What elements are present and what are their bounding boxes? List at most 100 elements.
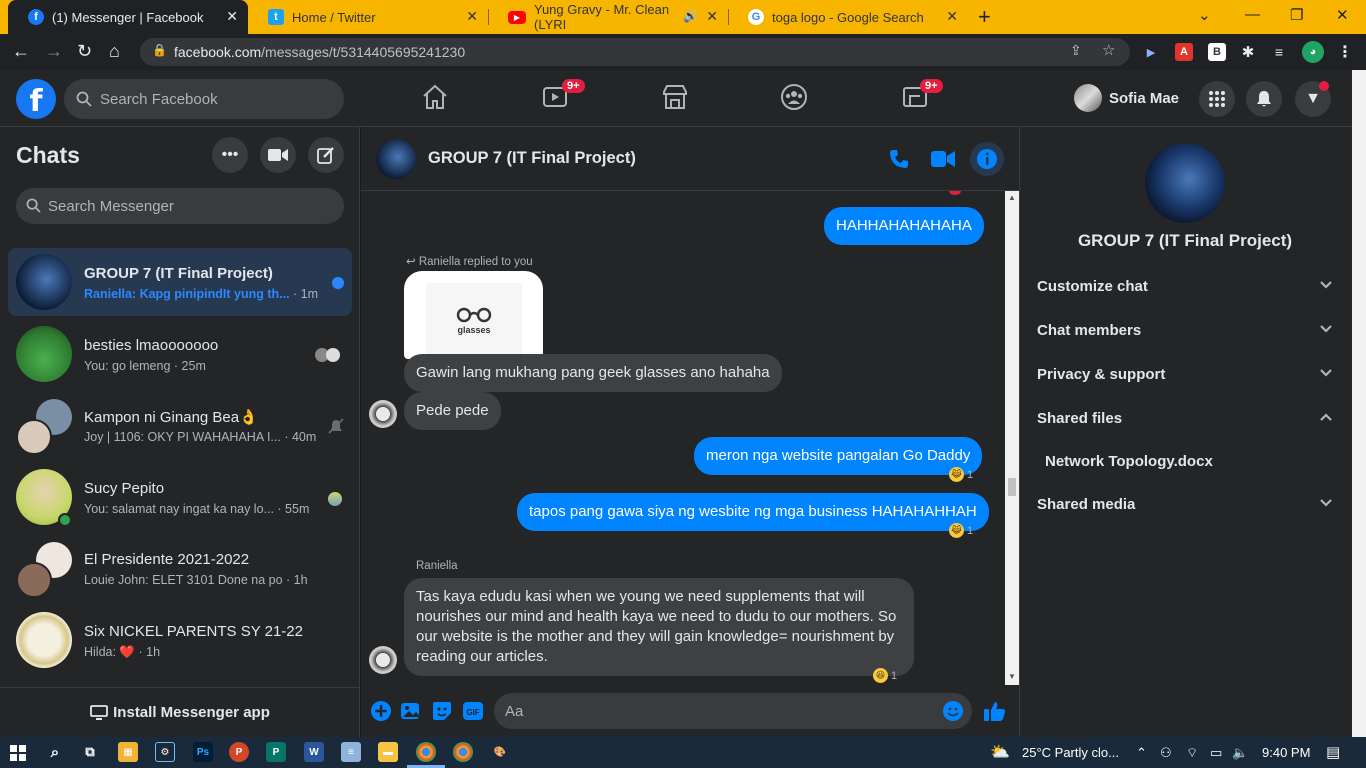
message-bubble[interactable]: Gawin lang mukhang pang geek glasses ano…: [404, 354, 782, 392]
info-button[interactable]: [970, 142, 1004, 176]
chat-options-button[interactable]: •••: [212, 137, 248, 173]
steam-icon[interactable]: ⚙: [155, 742, 175, 762]
tab-google[interactable]: G toga logo - Google Search ✕: [728, 0, 968, 34]
tab-youtube[interactable]: ▶ Yung Gravy - Mr. Clean (LYRI 🔊 ✕: [488, 0, 728, 34]
close-icon[interactable]: ✕: [706, 8, 718, 25]
volume-icon[interactable]: 🔈: [1232, 745, 1248, 761]
menu-grid-button[interactable]: [1199, 81, 1235, 117]
sticker-icon[interactable]: [431, 700, 453, 722]
file-explorer-icon[interactable]: ▬: [378, 742, 398, 762]
minimize-icon[interactable]: —: [1245, 6, 1260, 23]
close-icon[interactable]: ✕: [946, 8, 958, 25]
media-control-icon[interactable]: ≡: [1270, 43, 1288, 61]
phone-icon[interactable]: [888, 148, 910, 170]
new-room-button[interactable]: [260, 137, 296, 173]
message-bubble[interactable]: Tas kaya edudu kasi when we young we nee…: [404, 578, 914, 676]
chrome-menu-icon[interactable]: ⋮: [1336, 43, 1354, 61]
tab-twitter[interactable]: t Home / Twitter ✕: [248, 0, 488, 34]
forward-icon[interactable]: →: [45, 41, 63, 62]
account-menu-button[interactable]: ▼: [1295, 81, 1331, 117]
paint-icon[interactable]: 🎨: [490, 742, 510, 762]
chrome-profile-icon[interactable]: [453, 742, 473, 762]
install-messenger-button[interactable]: Install Messenger app: [0, 687, 360, 737]
shared-media-item[interactable]: Shared media: [1037, 496, 1337, 513]
tray-overflow-icon[interactable]: ⌃: [1136, 745, 1147, 761]
profile-avatar-icon[interactable]: ◕: [1302, 41, 1324, 63]
notepad-icon[interactable]: ≡: [341, 742, 361, 762]
profile-name[interactable]: Sofia Mae: [1109, 90, 1179, 107]
message-reaction[interactable]: 😹 1: [949, 523, 973, 538]
speaker-icon[interactable]: 🔊: [683, 9, 698, 23]
weather-icon[interactable]: ⛅: [990, 742, 1010, 762]
close-icon[interactable]: ✕: [226, 8, 238, 25]
home-nav-icon[interactable]: [420, 82, 450, 112]
emoji-icon[interactable]: [942, 700, 964, 722]
chat-item-kampon[interactable]: Kampon ni Ginang Bea👌 Joy | 1106: OKY PI…: [8, 391, 352, 459]
message-reaction[interactable]: 😆 1: [873, 668, 897, 683]
share-icon[interactable]: ⇪: [1070, 42, 1082, 59]
chat-item-besties[interactable]: besties lmaooooooo You: go lemeng · 25m: [8, 320, 352, 388]
store-icon[interactable]: ▦: [118, 742, 138, 762]
task-view-icon[interactable]: ⧉: [80, 742, 100, 762]
gif-icon[interactable]: GIF: [462, 700, 484, 722]
windows-start-icon[interactable]: [10, 745, 26, 761]
new-message-button[interactable]: [308, 137, 344, 173]
taskbar-search-icon[interactable]: ⌕: [45, 742, 65, 762]
chat-item-six-nickel[interactable]: Six NICKEL PARENTS SY 21-22 Hilda: ❤️ · …: [8, 606, 352, 674]
tab-messenger[interactable]: f (1) Messenger | Facebook ✕: [8, 0, 248, 34]
chat-item-el-presidente[interactable]: El Presidente 2021-2022 Louie John: ELET…: [8, 534, 352, 602]
photoshop-icon[interactable]: Ps: [193, 742, 213, 762]
shared-files-item[interactable]: Shared files: [1037, 410, 1337, 427]
people-icon[interactable]: ⚇: [1160, 745, 1172, 761]
message-bubble[interactable]: HAHHAHAHAHAHA: [824, 207, 984, 245]
profile-avatar[interactable]: [1074, 84, 1102, 112]
chat-item-sucy[interactable]: Sucy Pepito You: salamat nay ingat ka na…: [8, 463, 352, 531]
group-avatar[interactable]: [376, 139, 416, 179]
facebook-search-input[interactable]: Search Facebook: [64, 79, 344, 119]
customize-chat-item[interactable]: Customize chat: [1037, 278, 1337, 295]
cursor-extension-icon[interactable]: ▶: [1142, 43, 1160, 61]
privacy-support-item[interactable]: Privacy & support: [1037, 366, 1337, 383]
bookmark-star-icon[interactable]: ☆: [1102, 41, 1115, 59]
chat-members-item[interactable]: Chat members: [1037, 322, 1337, 339]
close-window-icon[interactable]: ✕: [1336, 6, 1349, 24]
notification-center-icon[interactable]: ▤: [1326, 743, 1340, 761]
video-call-icon[interactable]: [931, 150, 955, 168]
shared-file-link[interactable]: Network Topology.docx: [1045, 453, 1345, 470]
message-scrollbar[interactable]: ▲ ▼: [1005, 191, 1019, 685]
message-bubble[interactable]: Pede pede: [404, 392, 501, 430]
word-icon[interactable]: W: [304, 742, 324, 762]
image-attachment[interactable]: glasses: [404, 271, 543, 359]
thumbs-up-icon[interactable]: [983, 699, 1007, 723]
b-extension-icon[interactable]: B: [1208, 43, 1226, 61]
plus-circle-icon[interactable]: [370, 700, 392, 722]
publisher-icon[interactable]: P: [266, 742, 286, 762]
clock[interactable]: 9:40 PM: [1262, 745, 1310, 760]
scroll-thumb[interactable]: [1008, 478, 1016, 496]
weather-text[interactable]: 25°C Partly clo...: [1022, 745, 1119, 760]
notifications-button[interactable]: [1246, 81, 1282, 117]
back-icon[interactable]: ←: [12, 41, 30, 62]
facebook-logo[interactable]: f: [16, 79, 56, 119]
home-icon[interactable]: ⌂: [109, 41, 120, 62]
close-icon[interactable]: ✕: [466, 8, 478, 25]
pdf-extension-icon[interactable]: A: [1175, 43, 1193, 61]
powerpoint-icon[interactable]: P: [229, 742, 249, 762]
restore-icon[interactable]: ❐: [1290, 6, 1303, 24]
tab-search-icon[interactable]: ⌄: [1198, 6, 1211, 24]
messenger-search-input[interactable]: Search Messenger: [16, 188, 344, 224]
marketplace-nav-icon[interactable]: [660, 82, 690, 112]
chat-item-group7[interactable]: GROUP 7 (IT Final Project) Raniella: Kap…: [8, 248, 352, 316]
battery-icon[interactable]: ▭: [1210, 745, 1222, 761]
url-input[interactable]: 🔒 facebook.com/messages/t/53144056952412…: [140, 38, 1130, 66]
message-reaction[interactable]: 😹 1: [949, 467, 973, 482]
extensions-puzzle-icon[interactable]: ✱: [1239, 43, 1257, 61]
group-avatar-large[interactable]: [1145, 143, 1225, 223]
conversation-title[interactable]: GROUP 7 (IT Final Project): [428, 149, 636, 168]
page-scrollbar[interactable]: [1352, 70, 1366, 737]
groups-nav-icon[interactable]: [779, 82, 809, 112]
chrome-icon[interactable]: [416, 742, 436, 762]
new-tab-button[interactable]: +: [978, 4, 991, 30]
message-bubble[interactable]: meron nga website pangalan Go Daddy: [694, 437, 983, 475]
message-bubble[interactable]: tapos pang gawa siya ng wesbite ng mga b…: [517, 493, 989, 531]
